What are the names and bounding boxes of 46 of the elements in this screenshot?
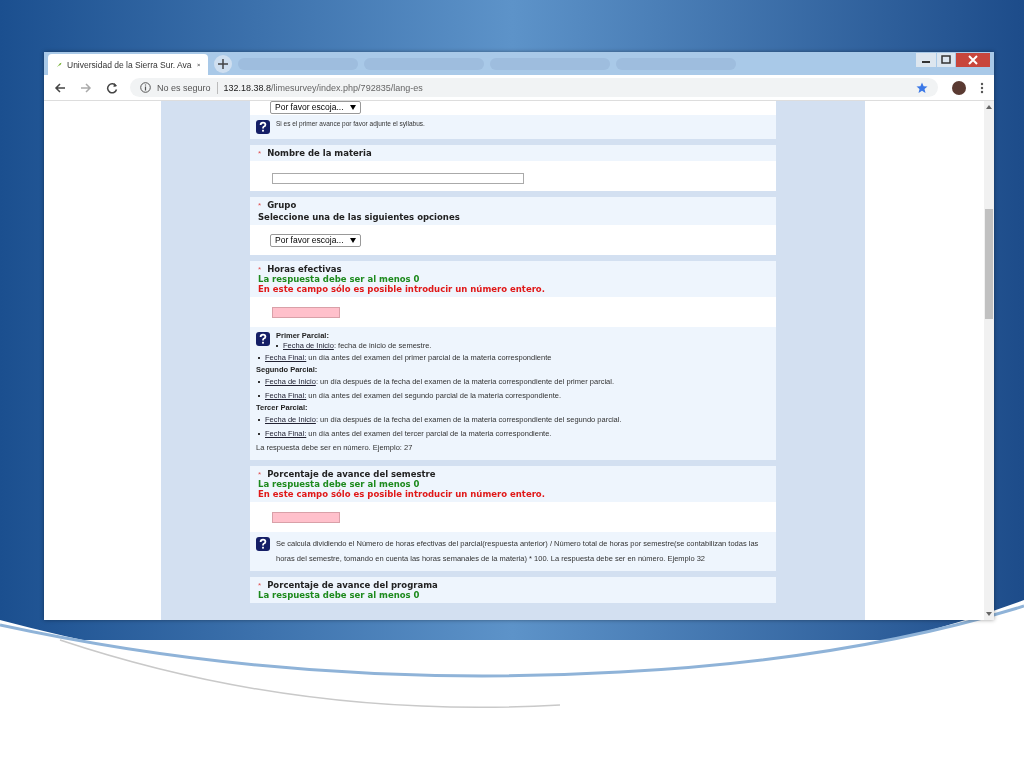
required-mark: *: [258, 149, 262, 158]
question-title: Porcentaje de avance del semestre: [267, 469, 436, 479]
address-bar[interactable]: No es seguro 132.18.38.8/limesurvey/index.php/792835/lang-es: [130, 78, 938, 97]
menu-icon[interactable]: [980, 81, 984, 94]
avatar-icon[interactable]: [952, 80, 966, 95]
security-label: No es seguro: [157, 82, 211, 93]
question-title: Nombre de la materia: [267, 148, 372, 158]
reload-icon[interactable]: [106, 81, 118, 94]
scrollbar[interactable]: [984, 101, 994, 620]
dropdown[interactable]: Por favor escoja...: [270, 233, 361, 247]
validation-tip: En este campo sólo es posible introducir un número entero.: [258, 284, 546, 294]
required-mark: *: [258, 581, 262, 590]
input-field[interactable]: [272, 306, 340, 318]
validation-tip: La respuesta debe ser al menos 0: [258, 479, 421, 489]
dropdown[interactable]: Por favor escoja...: [270, 101, 361, 114]
required-mark: *: [258, 265, 262, 274]
required-mark: *: [258, 201, 262, 210]
maximize-icon[interactable]: [937, 53, 955, 67]
question-title: Porcentaje de avance del programa: [267, 580, 438, 590]
forward-arrow-icon[interactable]: [80, 81, 92, 94]
tab-title: Universidad de la Sierra Sur. Ava: [67, 59, 192, 70]
question-title: Grupo: [267, 200, 297, 210]
back-arrow-icon[interactable]: [54, 81, 66, 94]
caret-icon: [349, 104, 356, 110]
scroll-down-icon[interactable]: [986, 612, 992, 616]
star-icon[interactable]: [916, 81, 928, 94]
question-title: Horas efectivas: [267, 264, 342, 274]
scroll-up-icon[interactable]: [986, 105, 992, 109]
validation-tip: La respuesta debe ser al menos 0: [258, 274, 421, 284]
question-subtitle: Seleccione una de las siguientes opciones: [258, 212, 461, 222]
info-icon: [140, 82, 151, 93]
input-field[interactable]: [272, 511, 340, 523]
help-icon: [256, 332, 270, 346]
browser-tab[interactable]: Universidad de la Sierra Sur. Ava: [48, 54, 208, 75]
new-tab-icon[interactable]: [214, 54, 232, 73]
help-icon: [256, 120, 270, 134]
close-icon[interactable]: [956, 53, 990, 67]
minimize-icon[interactable]: [916, 53, 936, 67]
caret-icon: [349, 237, 356, 243]
url-text: 132.18.38.8/limesurvey/index.php/792835/lang-es: [223, 82, 423, 93]
validation-tip: La respuesta debe ser al menos 0: [258, 590, 421, 600]
required-mark: *: [258, 470, 262, 479]
validation-tip: En este campo sólo es posible introducir un número entero.: [258, 489, 546, 499]
help-icon: [256, 537, 270, 551]
input-field[interactable]: [272, 172, 524, 184]
scroll-thumb[interactable]: [985, 209, 993, 319]
